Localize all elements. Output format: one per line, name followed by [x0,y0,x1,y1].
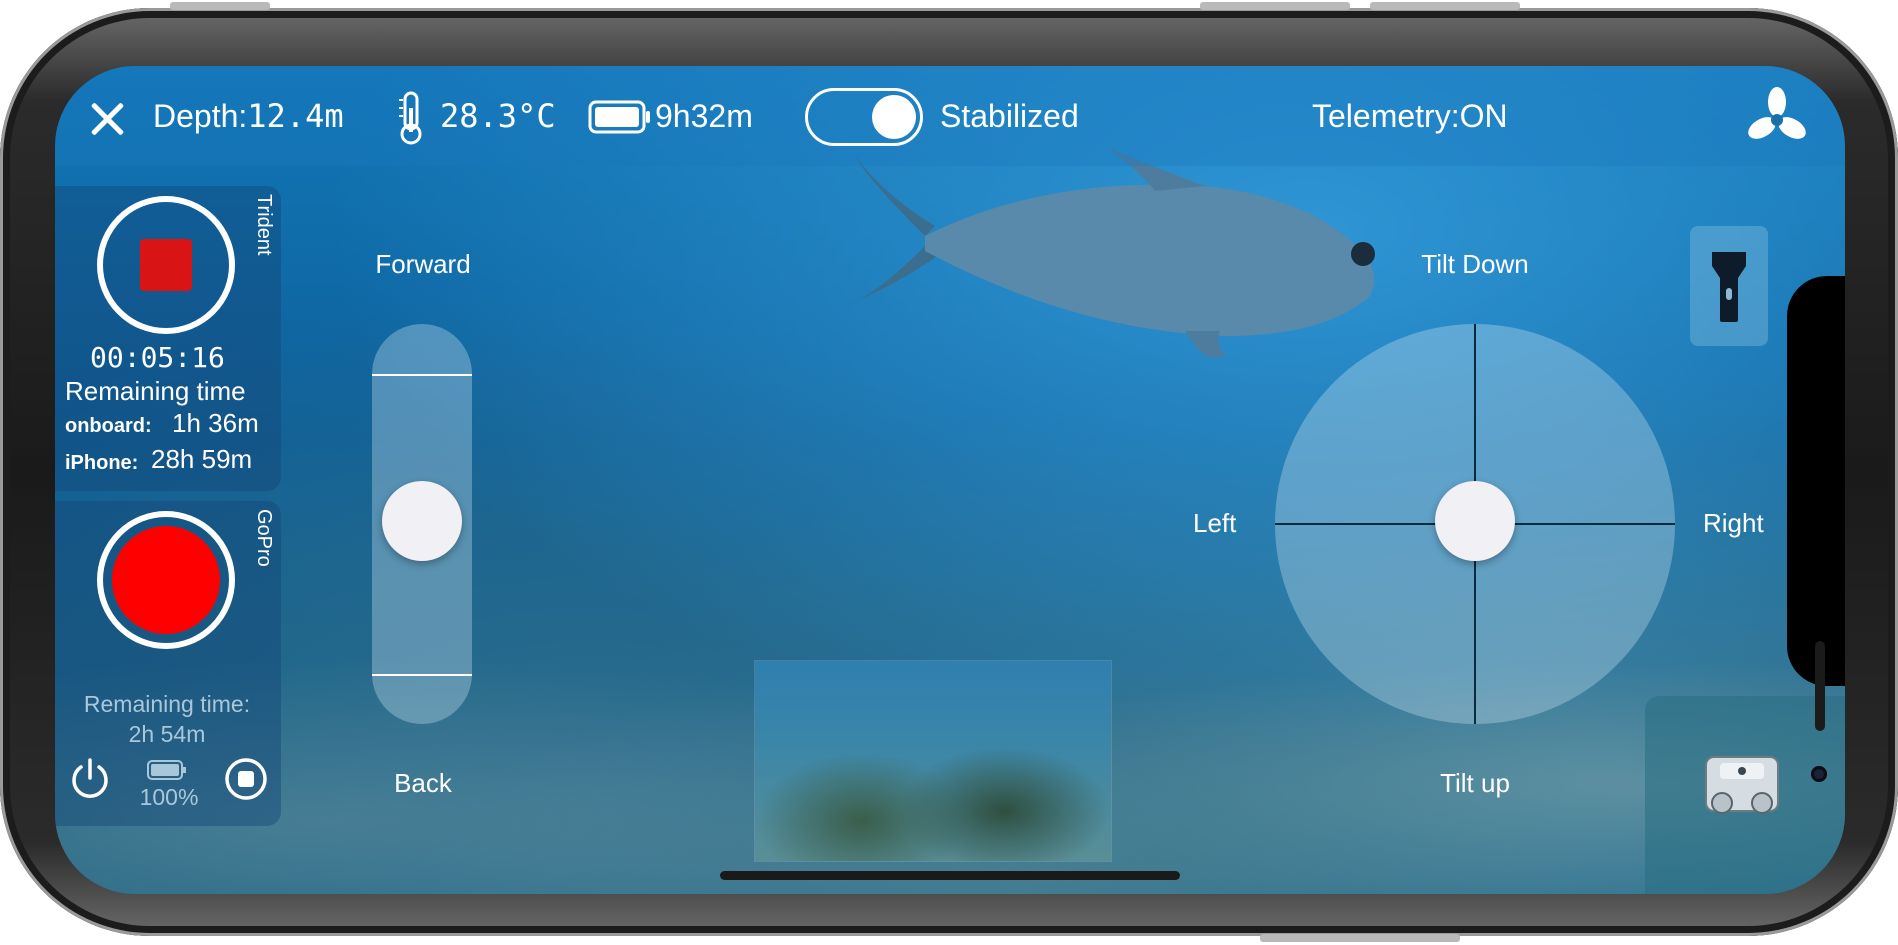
power-button [1260,934,1460,942]
gopro-battery-icon [147,760,186,780]
remaining-time-label: Remaining time [65,376,246,406]
slider-lower-mark [372,674,472,676]
tilt-up-label: Tilt up [1440,768,1510,798]
camera-feed-screen: Depth:12.4m 28.3°C 9h32m Stabilized Tele… [55,66,1845,894]
propeller-icon[interactable] [1745,86,1809,150]
battery-icon [588,100,650,134]
trident-label: Trident [253,194,275,256]
slider-thumb[interactable] [382,481,462,561]
telemetry-status[interactable]: Telemetry:ON [1312,94,1508,138]
trident-panel: Trident 00:05:16 Remaining time onboard:… [55,186,281,491]
power-icon[interactable] [67,756,113,802]
fish-image [845,146,1375,359]
recording-timer: 00:05:16 [90,341,225,374]
onboard-value: 1h 36m [172,408,259,438]
gopro-remaining-value: 2h 54m [128,721,206,747]
battery-time-readout: 9h32m [655,98,753,134]
gopro-remaining-label: Remaining time: [83,691,251,717]
phone-notch [1787,276,1845,782]
speaker-grille [1815,641,1825,731]
gopro-panel: GoPro Remaining time: 2h 54m 100% [55,501,281,826]
gopro-label: GoPro [253,509,275,567]
iphone-label: iPhone: [65,452,139,474]
gopro-record-button[interactable] [97,511,235,649]
phone-frame: Depth:12.4m 28.3°C 9h32m Stabilized Tele… [0,2,1898,942]
volume-button [170,2,270,10]
slider-upper-mark [372,374,472,376]
flashlight-button[interactable] [1690,226,1768,346]
stop-icon [140,239,192,291]
left-label: Left [1193,508,1237,538]
right-label: Right [1703,508,1764,538]
volume-button [1200,2,1350,10]
gopro-battery-percent: 100% [139,784,199,810]
robot-icon [1705,756,1779,814]
volume-button [1370,2,1520,10]
temperature-readout: 28.3°C [440,97,556,135]
trident-record-button[interactable] [97,196,235,334]
front-camera [1811,766,1827,782]
stop-circle-icon[interactable] [223,756,269,802]
secondary-camera-view[interactable] [755,661,1111,861]
top-status-bar: Depth:12.4m 28.3°C 9h32m Stabilized Tele… [55,66,1845,166]
thermometer-icon [399,91,422,145]
iphone-value: 28h 59m [151,444,253,474]
flashlight-icon [1712,252,1746,322]
stabilized-label: Stabilized [940,98,1079,134]
home-indicator [720,871,1180,880]
tilt-down-label: Tilt Down [1421,249,1529,279]
stabilized-toggle[interactable] [805,88,923,146]
record-icon [112,526,220,634]
back-label: Back [394,768,452,798]
forward-label: Forward [375,249,471,279]
joystick-thumb[interactable] [1435,481,1515,561]
toggle-knob [872,95,916,139]
close-icon[interactable] [87,98,127,138]
depth-readout: Depth:12.4m [153,97,344,135]
onboard-label: onboard: [65,415,152,437]
